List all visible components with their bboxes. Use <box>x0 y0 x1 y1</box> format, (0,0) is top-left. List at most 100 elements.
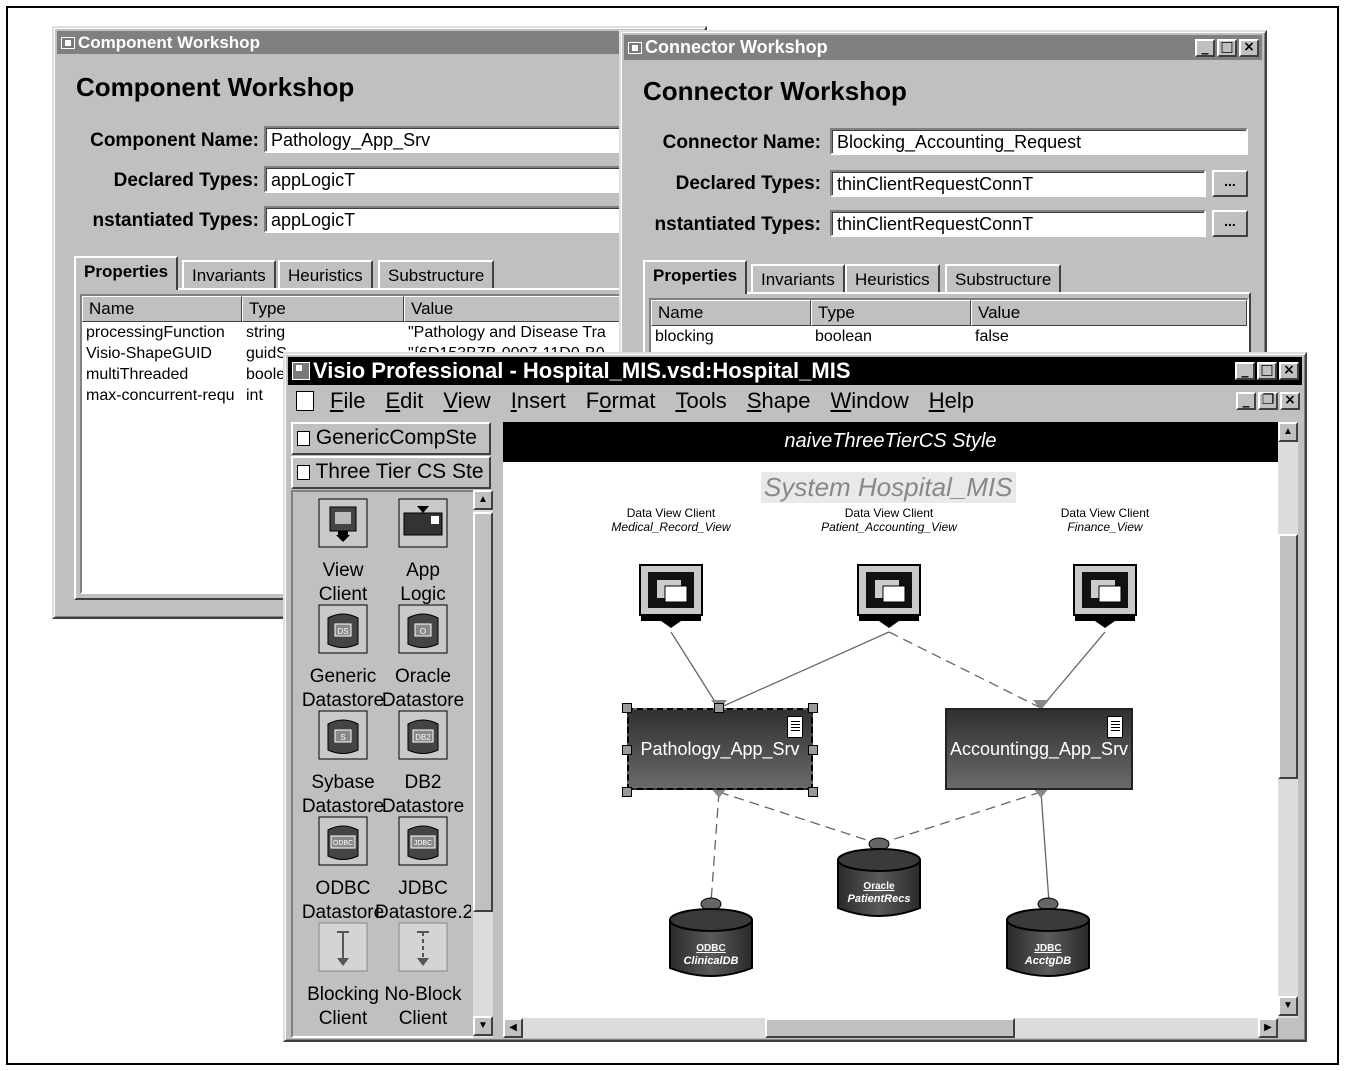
selection-handle[interactable] <box>622 745 632 755</box>
menu-shape[interactable]: Shape <box>737 388 821 414</box>
menu-help[interactable]: Help <box>919 388 984 414</box>
scroll-thumb[interactable] <box>765 1018 1015 1038</box>
datastore-icon: O <box>398 604 448 654</box>
component-name-label: Component Name: <box>90 130 259 151</box>
selection-handle[interactable] <box>808 787 818 797</box>
shape-db2-datastore[interactable]: DB2 DB2 Datastore <box>375 710 471 819</box>
client-label: Data View Client Patient_Accounting_View <box>821 506 957 534</box>
tab-properties[interactable]: Properties <box>74 256 179 290</box>
document-icon <box>787 716 803 738</box>
server-component[interactable]: Pathology_App_Srv <box>627 708 813 790</box>
tab-substructure[interactable]: Substructure <box>378 260 495 290</box>
instantiated-types-browse-button[interactable]: ... <box>1212 210 1248 237</box>
properties-table[interactable]: Name Type Value blocking boolean false <box>649 298 1249 358</box>
scroll-up-button[interactable]: ▲ <box>473 490 493 510</box>
minimize-button[interactable]: _ <box>1235 362 1255 380</box>
component-workshop-titlebar[interactable]: Component Workshop <box>57 31 702 54</box>
tab-properties[interactable]: Properties <box>643 260 748 294</box>
datastore-cylinder[interactable] <box>1003 892 1093 982</box>
column-header[interactable]: Type <box>242 296 404 322</box>
monitor-icon[interactable] <box>639 564 703 628</box>
cell-value: false <box>975 328 1009 345</box>
close-button[interactable]: × <box>1239 38 1259 57</box>
connector-line <box>670 631 720 709</box>
menu-format[interactable]: Format <box>576 388 666 414</box>
maximize-button[interactable]: □ <box>1257 362 1277 380</box>
arrow-down-icon <box>318 922 368 972</box>
scroll-left-button[interactable]: ◀ <box>503 1018 523 1038</box>
app-logic-icon <box>398 498 448 548</box>
scroll-thumb[interactable] <box>1278 534 1298 779</box>
tab-heuristics[interactable]: Heuristics <box>845 264 940 294</box>
shape-jdbc-datastore[interactable]: JDBC JDBC Datastore.25 <box>375 816 471 925</box>
connector-workshop-titlebar[interactable]: Connector Workshop _ □ × <box>624 35 1262 60</box>
maximize-button[interactable]: □ <box>1217 38 1237 57</box>
tab-heuristics[interactable]: Heuristics <box>278 260 373 290</box>
column-header[interactable]: Name <box>651 300 811 326</box>
connector-name-field[interactable]: Blocking_Accounting_Request <box>830 128 1248 155</box>
selection-handle[interactable] <box>622 787 632 797</box>
column-header[interactable]: Name <box>82 296 242 322</box>
column-header[interactable]: Type <box>811 300 971 326</box>
drawing-canvas[interactable]: naiveThreeTierCS Style System Hospital_M… <box>503 422 1278 1018</box>
visio-window[interactable]: Visio Professional - Hospital_MIS.vsd:Ho… <box>283 352 1307 1042</box>
connector-workshop-window[interactable]: Connector Workshop _ □ × Connector Works… <box>619 30 1267 362</box>
scroll-down-button[interactable]: ▼ <box>473 1016 493 1036</box>
menu-view[interactable]: View <box>433 388 500 414</box>
menu-tools[interactable]: Tools <box>665 388 736 414</box>
tab-substructure[interactable]: Substructure <box>945 264 1062 294</box>
selection-handle[interactable] <box>808 745 818 755</box>
selection-handle[interactable] <box>714 703 724 713</box>
datastore-cylinder[interactable] <box>834 832 924 922</box>
stencil-icon <box>297 430 310 446</box>
menu-insert[interactable]: Insert <box>501 388 576 414</box>
doc-close-button[interactable]: × <box>1280 392 1300 410</box>
window-title: Visio Professional - Hospital_MIS.vsd:Ho… <box>313 358 851 383</box>
scroll-thumb[interactable] <box>473 512 493 912</box>
datastore-cylinder[interactable] <box>666 892 756 982</box>
connector-line <box>888 631 1042 709</box>
app-icon <box>628 41 642 54</box>
tab-invariants[interactable]: Invariants <box>182 260 276 290</box>
menu-edit[interactable]: Edit <box>375 388 433 414</box>
instantiated-types-field[interactable]: thinClientRequestConnT <box>830 210 1206 237</box>
monitor-icon[interactable] <box>1073 564 1137 628</box>
datastore-code: O <box>420 627 426 636</box>
tab-invariants[interactable]: Invariants <box>751 264 845 294</box>
stencil-tab-three-tier[interactable]: Three Tier CS Ste <box>291 456 491 489</box>
close-button[interactable]: × <box>1279 362 1299 380</box>
scroll-right-button[interactable]: ▶ <box>1258 1018 1278 1038</box>
visio-titlebar[interactable]: Visio Professional - Hospital_MIS.vsd:Ho… <box>288 357 1302 385</box>
stencil-tab-generic[interactable]: GenericCompSte <box>291 422 491 455</box>
client-label: Data View Client Finance_View <box>1060 506 1150 534</box>
selection-handle[interactable] <box>622 703 632 713</box>
arrow-down-icon <box>398 922 448 972</box>
table-row[interactable]: processingFunction string "Pathology and… <box>82 322 708 343</box>
datastore-icon: S <box>318 710 368 760</box>
doc-minimize-button[interactable]: _ <box>1236 392 1256 410</box>
datastore-label: JDBC AcctgDB <box>1024 943 1072 967</box>
document-icon <box>1107 716 1123 738</box>
selection-handle[interactable] <box>808 703 818 713</box>
menu-window[interactable]: Window <box>820 388 918 414</box>
declared-types-browse-button[interactable]: ... <box>1212 170 1248 197</box>
column-header[interactable]: Value <box>971 300 1247 326</box>
declared-types-field[interactable]: thinClientRequestConnT <box>830 170 1206 197</box>
datastore-label: Oracle PatientRecs <box>847 881 911 905</box>
scroll-down-button[interactable]: ▼ <box>1278 996 1298 1016</box>
shape-no-block-client[interactable]: No-Block Client <box>375 922 471 1031</box>
doc-restore-button[interactable]: ❐ <box>1258 392 1278 410</box>
cell-type: boolean <box>815 328 872 345</box>
shape-app-logic[interactable]: App Logic <box>375 498 471 607</box>
menu-file[interactable]: File <box>320 388 375 414</box>
shape-oracle-datastore[interactable]: O Oracle Datastore <box>375 604 471 713</box>
minimize-button[interactable]: _ <box>1195 38 1215 57</box>
document-icon[interactable] <box>296 391 314 411</box>
declared-types-label: Declared Types: <box>675 173 821 194</box>
server-component[interactable]: Accountingg_App_Srv <box>945 708 1133 790</box>
table-row[interactable]: blocking boolean false <box>651 326 1247 347</box>
scroll-up-button[interactable]: ▲ <box>1278 422 1298 442</box>
monitor-icon[interactable] <box>857 564 921 628</box>
connector-line <box>710 791 720 903</box>
cell-name: max-concurrent-requ <box>86 387 235 404</box>
